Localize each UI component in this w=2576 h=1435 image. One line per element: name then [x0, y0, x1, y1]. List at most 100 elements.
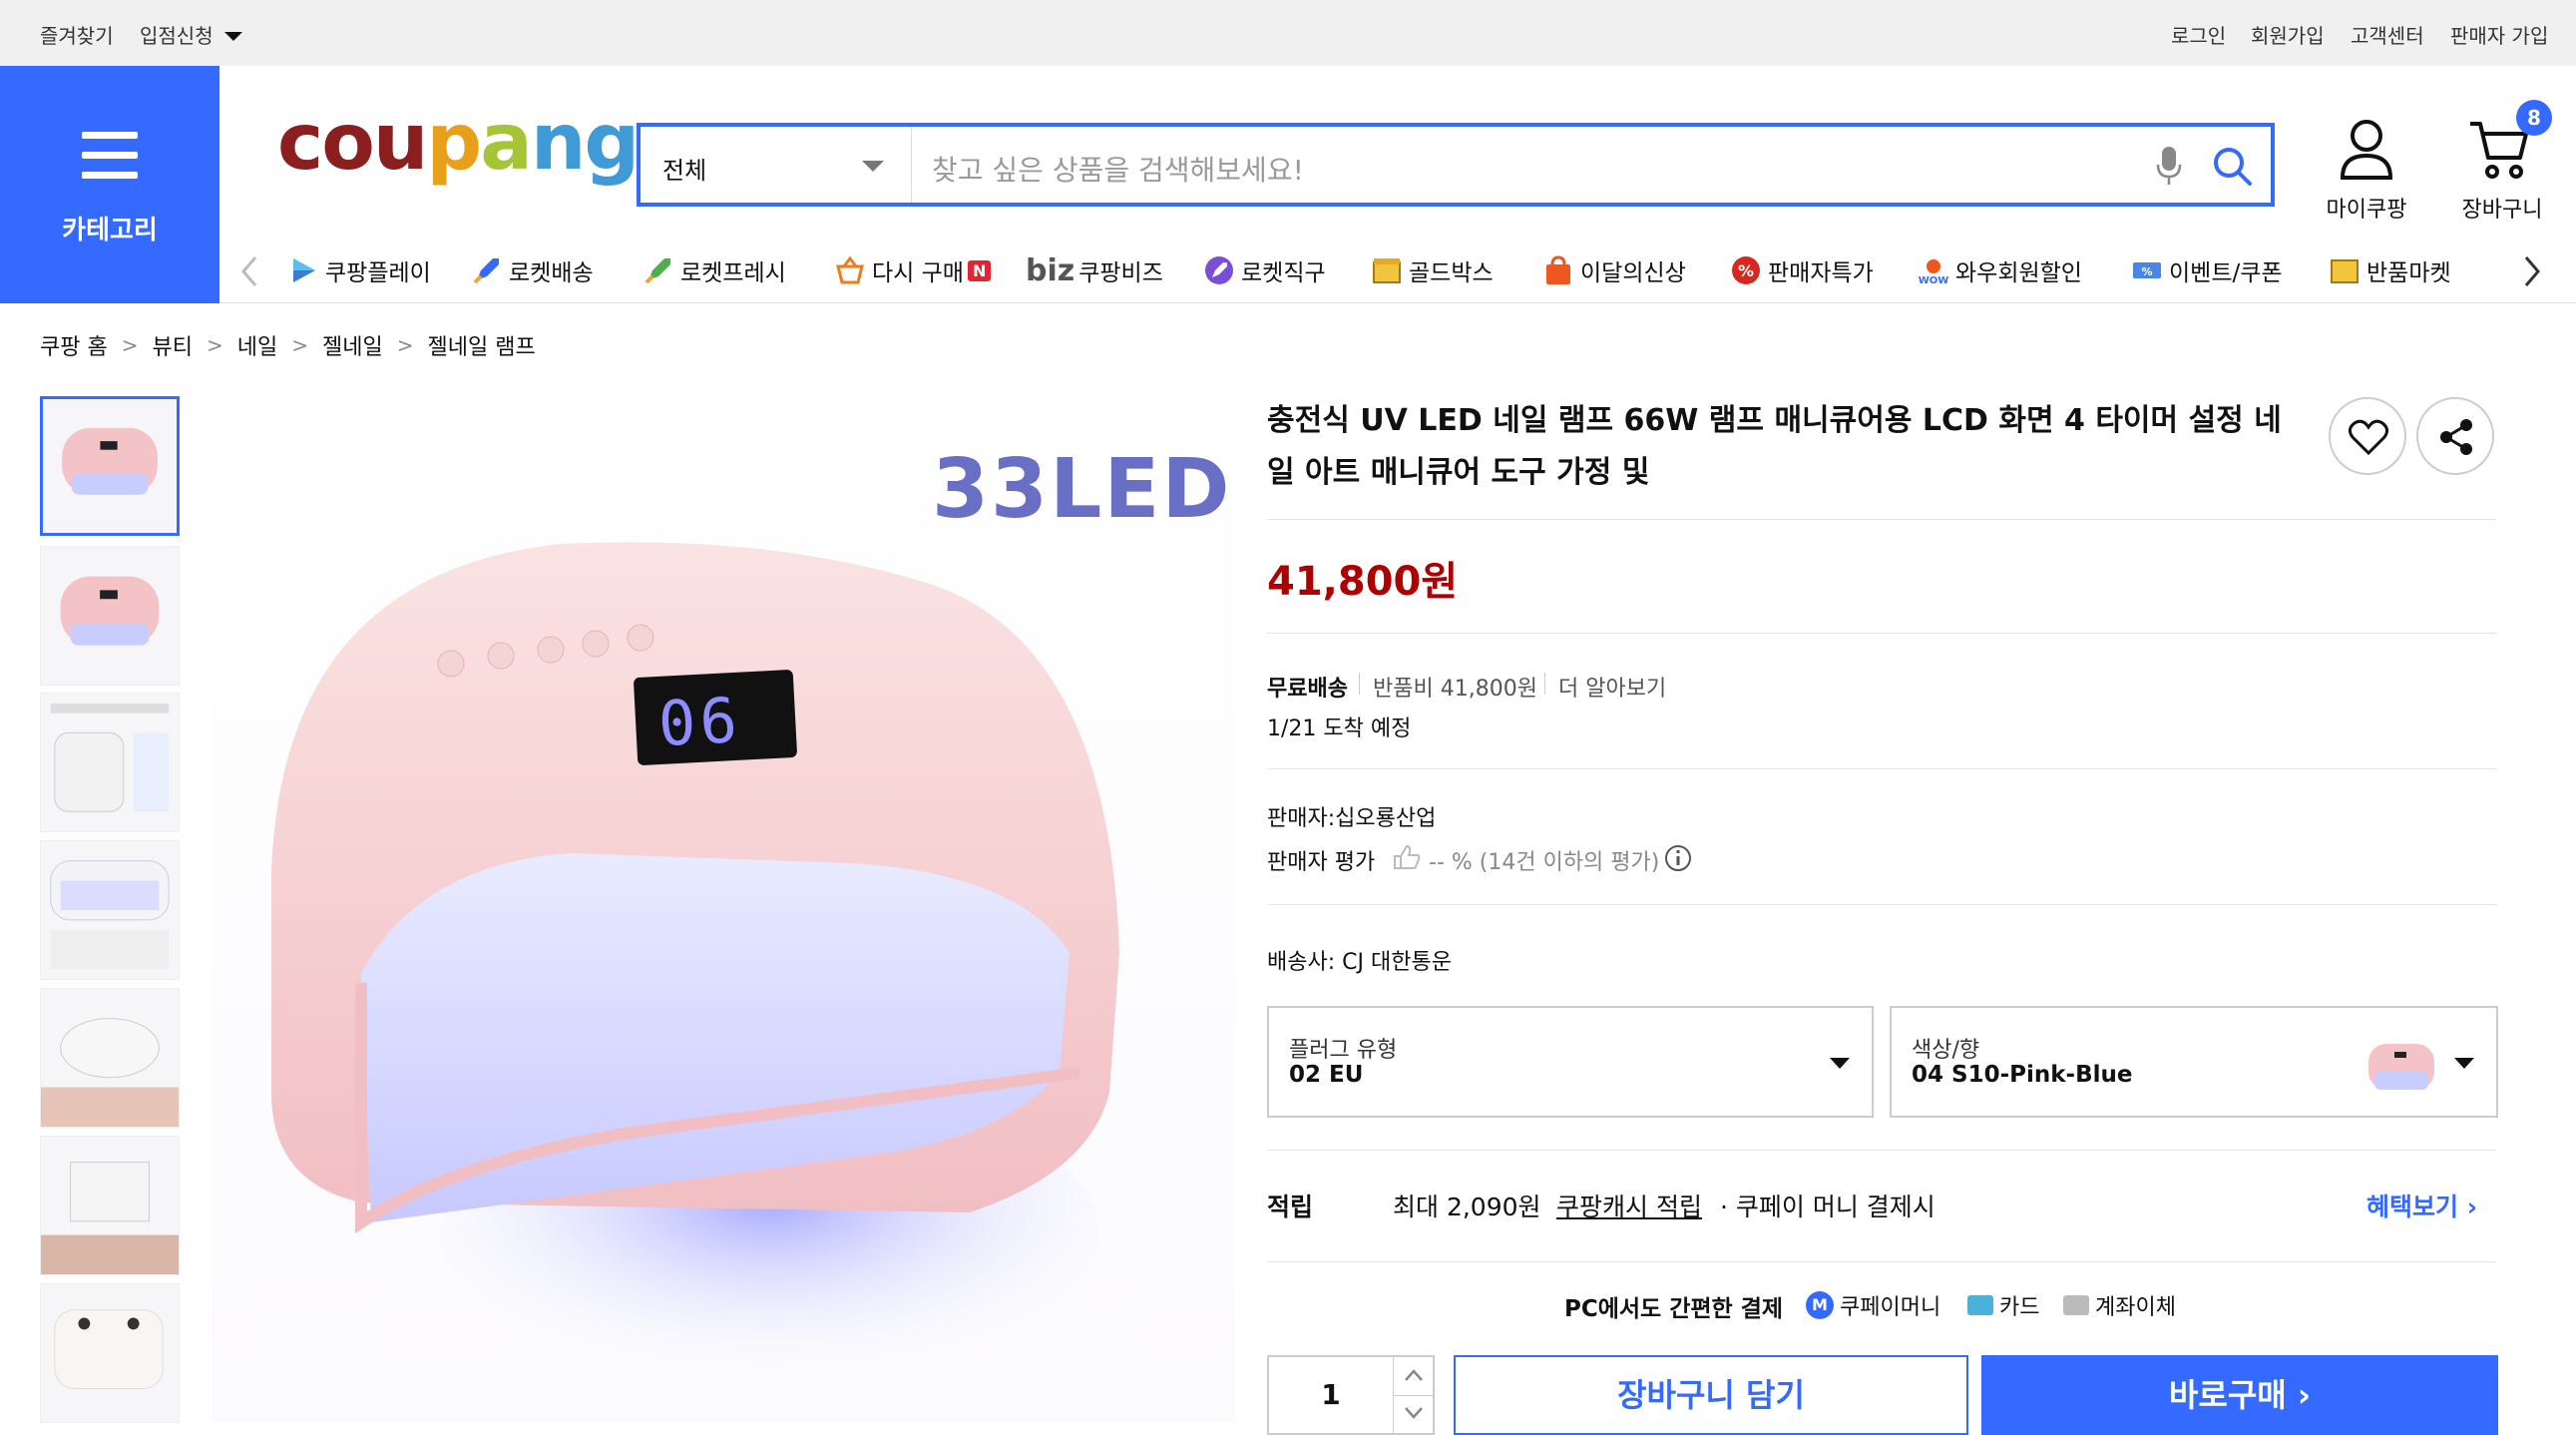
chevron-down-icon	[1830, 1058, 1850, 1069]
product-thumbnail[interactable]	[40, 988, 180, 1128]
nav-item-monthly-new[interactable]: 이달의신상	[1542, 253, 1686, 287]
svg-text:%: %	[1738, 261, 1754, 280]
nav-item-coupang-play[interactable]: 쿠팡플레이	[287, 253, 431, 287]
nav-item-rocket-fresh[interactable]: 로켓프레시	[643, 253, 786, 287]
lcd-display-digits: 06	[656, 683, 743, 761]
goldbox-icon	[1373, 258, 1401, 283]
login-link[interactable]: 로그인	[2171, 20, 2226, 49]
divider	[1267, 519, 2496, 520]
divider	[1267, 1150, 2496, 1151]
courier-info: 배송사: CJ 대한통운	[1267, 950, 1452, 975]
arrival-date: 1/21 도착 예정	[1267, 717, 1412, 741]
bank-transfer-icon	[2063, 1295, 2089, 1315]
nav-item-wow-discount[interactable]: WOW 와우회원할인	[1918, 253, 2082, 287]
quantity-input[interactable]: 1	[1269, 1357, 1393, 1433]
product-title: 충전식 UV LED 네일 램프 66W 램프 매니큐어용 LCD 화면 4 타…	[1267, 403, 2282, 490]
chevron-right-icon: >	[291, 333, 308, 357]
product-thumbnail[interactable]	[40, 1136, 180, 1275]
product-thumbnail[interactable]	[40, 1283, 180, 1423]
led-count-overlay: 33LED	[932, 442, 1232, 537]
breadcrumb-item[interactable]: 쿠팡 홈	[40, 329, 108, 361]
product-thumbnail[interactable]	[40, 840, 180, 980]
easy-payment-title: PC에서도 간편한 결제	[1564, 1296, 1784, 1322]
nav-item-return-market[interactable]: 반품마켓	[2329, 253, 2451, 287]
nav-item-rebuy[interactable]: 다시 구매 N	[834, 253, 992, 287]
chevron-right-icon: >	[396, 333, 414, 357]
nav-item-rocket-delivery[interactable]: 로켓배송	[471, 253, 594, 287]
category-nav-strip: 쿠팡플레이 로켓배송 로켓프레시 다시 구매 N biz 쿠팡비즈 로켓직구 골…	[219, 236, 2576, 303]
heart-icon	[2349, 419, 2388, 455]
product-thumbnail[interactable]	[40, 396, 180, 536]
chevron-right-icon: ›	[2297, 1376, 2312, 1414]
chevron-right-icon: ›	[2466, 1193, 2478, 1221]
signup-link[interactable]: 회원가입	[2251, 20, 2325, 49]
share-button[interactable]	[2416, 397, 2494, 475]
search-bar: 전체 찾고 싶은 상품을 검색해보세요!	[637, 123, 2275, 207]
category-label: 카테고리	[62, 216, 158, 245]
quantity-increase-icon[interactable]	[1403, 1367, 1425, 1383]
nav-item-coupang-biz[interactable]: biz 쿠팡비즈	[1026, 253, 1163, 288]
breadcrumb-item[interactable]: 뷰티	[152, 329, 192, 361]
divider	[1267, 768, 2496, 769]
points-label: 적립	[1267, 1193, 1314, 1221]
coupay-money-note: · 쿠페이 머니 결제시	[1720, 1193, 1935, 1221]
microphone-icon[interactable]	[2155, 145, 2183, 187]
chevron-right-icon: >	[121, 333, 139, 357]
search-category-select[interactable]: 전체	[641, 127, 912, 203]
wow-icon: WOW	[1919, 259, 1949, 286]
breadcrumb-item[interactable]: 젤네일	[322, 329, 383, 361]
category-menu-button[interactable]: 카테고리	[0, 66, 219, 303]
nav-item-rocket-global[interactable]: 로켓직구	[1203, 253, 1326, 287]
shipping-more-link[interactable]: 더 알아보기	[1558, 671, 1666, 703]
payment-card: 카드	[1999, 1295, 2040, 1320]
return-fee: 반품비 41,800원	[1373, 677, 1537, 702]
coupang-logo[interactable]: coupang	[277, 104, 640, 182]
info-icon[interactable]	[1664, 844, 1692, 872]
benefit-link[interactable]: 혜택보기 ›	[2366, 1188, 2477, 1223]
quantity-decrease-icon[interactable]	[1403, 1405, 1425, 1421]
card-icon	[1967, 1295, 1993, 1315]
percent-icon: %	[1732, 256, 1760, 284]
new-badge: N	[967, 259, 992, 281]
add-to-cart-button[interactable]: 장바구니 담기	[1454, 1355, 1968, 1435]
product-thumbnail[interactable]	[40, 546, 180, 686]
chevron-left-icon[interactable]	[239, 255, 259, 287]
cart-label[interactable]: 장바구니	[2450, 192, 2554, 224]
color-select[interactable]: 색상/향 04 S10-Pink-Blue	[1890, 1006, 2498, 1118]
seller-rating-value: -- % (14건 이하의 평가)	[1429, 850, 1660, 875]
return-market-icon	[2331, 259, 2359, 283]
breadcrumb-item[interactable]: 네일	[237, 329, 277, 361]
bookmark-link[interactable]: 즐겨찾기	[40, 20, 114, 49]
customer-center-link[interactable]: 고객센터	[2351, 20, 2424, 49]
breadcrumb-item[interactable]: 젤네일 램프	[427, 329, 535, 361]
chevron-down-icon[interactable]	[224, 32, 242, 41]
plug-type-select[interactable]: 플러그 유형 02 EU	[1267, 1006, 1874, 1118]
coupang-cash-link[interactable]: 쿠팡캐시 적립	[1556, 1188, 1702, 1223]
chevron-right-icon[interactable]	[2522, 255, 2542, 287]
nav-item-seller-deals[interactable]: % 판매자특가	[1730, 253, 1874, 287]
search-input[interactable]: 찾고 싶은 상품을 검색해보세요!	[932, 149, 1304, 189]
coupay-money-icon: M	[1806, 1291, 1834, 1319]
quantity-stepper[interactable]: 1	[1267, 1355, 1435, 1435]
new-bag-icon	[1546, 255, 1570, 284]
user-icon[interactable]	[2339, 118, 2394, 182]
basket-icon	[836, 255, 864, 284]
free-shipping-label: 무료배송	[1267, 677, 1348, 702]
svg-text:WOW: WOW	[1919, 275, 1949, 286]
nav-item-goldbox[interactable]: 골드박스	[1371, 253, 1494, 287]
search-icon[interactable]	[2211, 145, 2253, 187]
wishlist-button[interactable]	[2329, 397, 2406, 475]
divider	[1267, 633, 2496, 634]
payment-transfer: 계좌이체	[2095, 1295, 2176, 1320]
seller-signup-link[interactable]: 판매자 가입	[2450, 20, 2548, 49]
rocket-global-icon	[1205, 256, 1233, 284]
seller-name[interactable]: 판매자:십오룡산업	[1267, 800, 1436, 832]
share-icon	[2440, 419, 2472, 455]
chevron-down-icon	[862, 161, 884, 172]
product-main-image[interactable]: 33LED 06	[212, 394, 1235, 1422]
product-thumbnail[interactable]	[40, 693, 180, 832]
nav-item-events-coupons[interactable]: % 이벤트/쿠폰	[2131, 253, 2283, 287]
seller-apply-link[interactable]: 입점신청	[140, 20, 214, 49]
mypage-label[interactable]: 마이쿠팡	[2315, 192, 2418, 224]
buy-now-button[interactable]: 바로구매 ›	[1981, 1355, 2498, 1435]
